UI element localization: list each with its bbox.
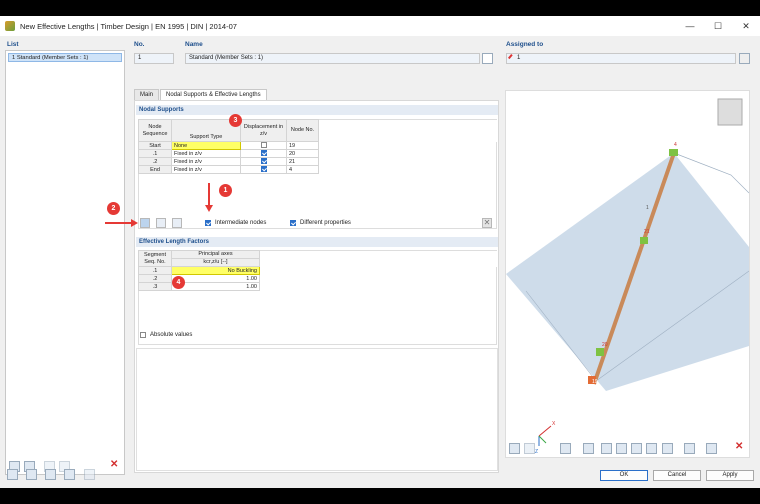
print-icon[interactable] <box>706 443 717 454</box>
app-icon <box>5 21 15 31</box>
ok-button[interactable]: OK <box>600 470 648 481</box>
displacement-checkbox[interactable] <box>260 150 267 157</box>
comment-area[interactable] <box>136 348 498 471</box>
view-z-icon[interactable] <box>631 443 642 454</box>
callout-3: 3 <box>229 114 242 127</box>
view-options-icon[interactable] <box>524 443 535 454</box>
table-row[interactable]: .3 1.00 <box>138 282 498 291</box>
assigned-to-label: Assigned to <box>506 41 544 48</box>
list-panel: 1 Standard (Member Sets : 1) <box>5 50 125 475</box>
units-icon[interactable] <box>26 469 37 480</box>
no-field[interactable]: 1 <box>134 53 174 64</box>
cancel-button[interactable]: Cancel <box>653 470 701 481</box>
model-graphic: 4 21 20 19 1 X Z <box>506 98 750 455</box>
callout-2: 2 <box>107 202 120 215</box>
list-label: List <box>7 41 19 48</box>
node-label-4: 4 <box>674 142 677 148</box>
maximize-button[interactable]: ☐ <box>704 16 732 36</box>
settings-icon[interactable] <box>64 469 75 480</box>
apply-button[interactable]: Apply <box>706 470 754 481</box>
clear-icon[interactable]: ✕ <box>482 218 492 228</box>
dialog-window: New Effective Lengths | Timber Design | … <box>0 16 760 488</box>
title-bar: New Effective Lengths | Timber Design | … <box>0 16 760 36</box>
node-label-19: 19 <box>592 379 598 385</box>
view-toggle-icon[interactable] <box>509 443 520 454</box>
name-field[interactable]: Standard (Member Sets : 1) <box>185 53 480 64</box>
table-row[interactable]: .1 No Buckling <box>138 266 498 275</box>
reset-view-icon[interactable]: ✕ <box>735 441 743 452</box>
nodal-supports-heading: Nodal Supports <box>136 105 498 115</box>
displacement-checkbox[interactable] <box>260 166 267 173</box>
table-row[interactable]: End Fixed in z/v 4 <box>138 165 497 174</box>
support-node-21[interactable] <box>640 237 648 244</box>
axis-z-label: Z <box>535 449 538 455</box>
col-node-no: Node No. <box>286 119 319 142</box>
arrow-down-head <box>205 205 213 212</box>
assigned-to-field[interactable]: 1 <box>506 53 736 64</box>
member-label: 1 <box>646 205 649 211</box>
different-properties-label: Different properties <box>300 220 351 226</box>
node-label-21: 21 <box>644 229 650 235</box>
absolute-values-label: Absolute values <box>150 332 193 338</box>
support-node-4[interactable] <box>669 149 678 156</box>
tab-main[interactable]: Main <box>134 89 160 100</box>
effective-length-table: Segment Seq. No. Principal axes kcr,z/u … <box>138 250 497 291</box>
minimize-button[interactable]: — <box>676 16 704 36</box>
surface-shape <box>506 153 749 391</box>
table-row[interactable]: .2 Fixed in z/v 21 <box>138 157 497 166</box>
axis-x-label: X <box>552 421 556 427</box>
sequence-button[interactable] <box>172 218 182 228</box>
callout-4: 4 <box>172 276 185 289</box>
arrow-right <box>105 222 132 224</box>
edit-name-icon[interactable] <box>482 53 493 64</box>
search-icon[interactable] <box>7 469 18 480</box>
displacement-checkbox[interactable] <box>260 158 267 165</box>
visibility-icon[interactable] <box>662 443 673 454</box>
displacement-checkbox[interactable] <box>260 142 267 149</box>
model-icon[interactable] <box>45 469 56 480</box>
formula-icon[interactable] <box>84 469 95 480</box>
no-label: No. <box>134 41 145 48</box>
pick-node-button[interactable] <box>156 218 166 228</box>
render-icon[interactable] <box>583 443 594 454</box>
view-y-icon[interactable] <box>616 443 627 454</box>
insert-node-button[interactable] <box>140 218 150 228</box>
table-row[interactable]: Start None 19 <box>138 141 497 150</box>
col-displacement: Displacement in z/v <box>240 119 287 142</box>
arrow-right-head <box>131 219 138 227</box>
absolute-values-checkbox[interactable] <box>140 332 146 338</box>
name-label: Name <box>185 41 203 48</box>
window-title: New Effective Lengths | Timber Design | … <box>20 21 237 31</box>
nodal-supports-table: Node Sequence Support Type Displacement … <box>138 119 497 174</box>
intermediate-nodes-checkbox[interactable] <box>205 220 211 226</box>
close-window-button[interactable]: ✕ <box>732 16 760 36</box>
view-iso-icon[interactable] <box>646 443 657 454</box>
delete-icon[interactable]: ✕ <box>110 459 118 470</box>
different-properties-checkbox[interactable] <box>290 220 296 226</box>
layers-icon[interactable] <box>684 443 695 454</box>
node-label-20: 20 <box>602 342 608 348</box>
col-node-sequence: Node Sequence <box>138 119 172 142</box>
col-kcr: kcr,z/u [--] <box>171 258 260 267</box>
display-menu-icon[interactable] <box>560 443 571 454</box>
intermediate-nodes-label: Intermediate nodes <box>215 220 267 226</box>
select-member-icon[interactable] <box>739 53 750 64</box>
tab-nodal-supports[interactable]: Nodal Supports & Effective Lengths <box>160 89 267 100</box>
effective-length-heading: Effective Length Factors <box>136 237 498 247</box>
table-row[interactable]: .1 Fixed in z/v 20 <box>138 149 497 158</box>
col-principal-axes: Principal axes <box>171 250 260 259</box>
model-viewport[interactable]: 4 21 20 19 1 X Z <box>505 90 750 458</box>
support-node-20[interactable] <box>596 348 604 356</box>
list-item[interactable]: 1 Standard (Member Sets : 1) <box>8 53 122 62</box>
view-cube-icon[interactable] <box>717 98 743 126</box>
support-type-cell[interactable]: None <box>171 141 241 150</box>
arrow-down <box>208 183 210 207</box>
col-segment: Segment Seq. No. <box>138 250 172 267</box>
view-x-icon[interactable] <box>601 443 612 454</box>
callout-1: 1 <box>219 184 232 197</box>
kcr-cell[interactable]: No Buckling <box>171 266 260 275</box>
table-row[interactable]: .2 1.00 <box>138 274 498 283</box>
